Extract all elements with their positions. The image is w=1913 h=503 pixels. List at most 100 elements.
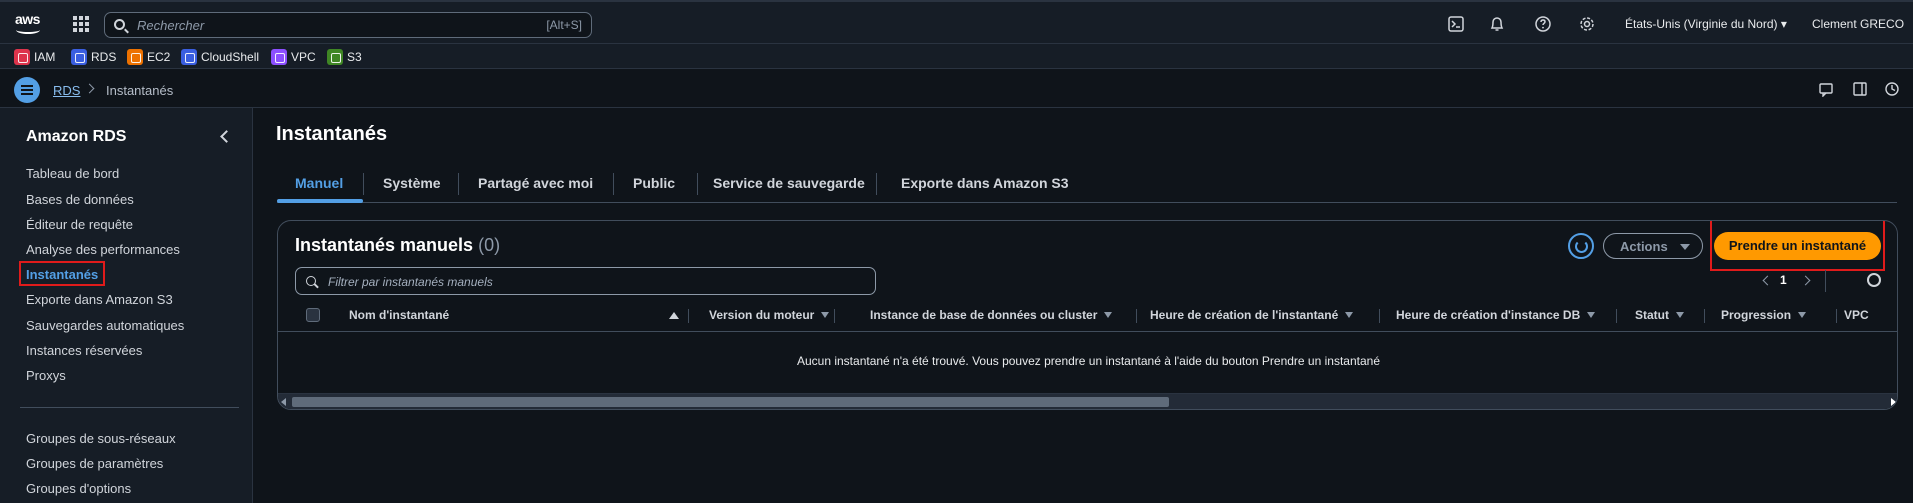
column-header-vpc[interactable]: VPC	[1844, 308, 1869, 322]
column-divider	[1136, 309, 1137, 323]
favorite-label: EC2	[147, 49, 171, 64]
tab-divider	[613, 173, 614, 195]
snapshot-filter[interactable]	[295, 267, 876, 295]
menu-icon[interactable]	[14, 77, 40, 103]
feedback-icon[interactable]	[1818, 81, 1834, 97]
panel-title: Instantanés manuels (0)	[295, 235, 500, 256]
gear-icon[interactable]	[1578, 15, 1596, 33]
vpc-icon	[271, 48, 287, 65]
ec2-icon	[127, 48, 143, 65]
rds-icon	[71, 48, 87, 65]
column-header-version-moteur[interactable]: Version du moteur	[709, 308, 830, 322]
sort-icon	[1798, 312, 1807, 318]
tab-divider	[876, 173, 877, 195]
sidebar-item-sauvegardes-automatiques[interactable]: Sauvegardes automatiques	[26, 318, 184, 333]
column-header-heure-creation-instantane[interactable]: Heure de création de l'instantané	[1150, 308, 1354, 322]
refresh-icon[interactable]	[1568, 233, 1594, 259]
sidebar-item-tableau-de-bord[interactable]: Tableau de bord	[26, 166, 119, 181]
sidebar-item-editeur-de-requete[interactable]: Éditeur de requête	[26, 217, 133, 232]
tab-exporte-s3[interactable]: Exporte dans Amazon S3	[901, 175, 1069, 191]
sidebar-item-groupes-options[interactable]: Groupes d'options	[26, 481, 131, 496]
snapshots-table-panel: Instantanés manuels (0) Actions Prendre …	[277, 220, 1898, 410]
sidebar-item-groupes-sous-reseaux[interactable]: Groupes de sous-réseaux	[26, 431, 176, 446]
aws-logo-smile	[16, 26, 40, 34]
sidebar-item-analyse-des-performances[interactable]: Analyse des performances	[26, 242, 180, 257]
help-icon[interactable]	[1534, 15, 1552, 33]
actions-label: Actions	[1620, 239, 1668, 254]
favorite-label: CloudShell	[201, 49, 260, 64]
table-preferences-gear-icon[interactable]	[1867, 273, 1881, 287]
column-label: Version du moteur	[709, 308, 815, 322]
cloudshell-icon[interactable]	[1447, 15, 1465, 33]
tab-manuel[interactable]: Manuel	[295, 175, 343, 191]
column-header-nom[interactable]: Nom d'instantané	[349, 308, 449, 322]
scroll-left-icon[interactable]	[281, 398, 286, 406]
favorite-label: S3	[347, 49, 362, 64]
column-header-heure-creation-instance[interactable]: Heure de création d'instance DB	[1396, 308, 1596, 322]
pager-divider	[1825, 270, 1826, 292]
sort-icon	[1104, 312, 1113, 318]
tab-divider	[363, 173, 364, 195]
column-label: Progression	[1721, 308, 1792, 322]
snapshot-count: (0)	[478, 235, 501, 255]
column-label: Instance de base de données ou cluster	[870, 308, 1098, 322]
tab-public[interactable]: Public	[633, 175, 675, 191]
top-navigation-bar: aws [Alt+S] États-Unis (Virginie du Nord…	[0, 0, 1913, 44]
select-all-checkbox[interactable]	[306, 308, 320, 322]
favorite-rds[interactable]: RDS	[71, 48, 116, 65]
cloudshell-service-icon	[181, 48, 197, 65]
clock-icon[interactable]	[1884, 81, 1900, 97]
column-header-instance[interactable]: Instance de base de données ou cluster	[870, 308, 1113, 322]
sidebar-item-groupes-parametres[interactable]: Groupes de paramètres	[26, 456, 163, 471]
filter-input[interactable]	[328, 273, 848, 291]
sidebar-divider	[20, 407, 239, 408]
column-label: VPC	[1844, 308, 1869, 322]
column-header-progression[interactable]: Progression	[1721, 308, 1807, 322]
panel-icon[interactable]	[1852, 81, 1868, 97]
aws-logo[interactable]: aws	[14, 11, 44, 37]
global-search[interactable]: [Alt+S]	[104, 12, 592, 38]
actions-dropdown[interactable]: Actions	[1603, 233, 1703, 259]
favorite-ec2[interactable]: EC2	[127, 48, 170, 65]
favorite-iam[interactable]: IAM	[14, 48, 55, 65]
sort-icon	[1676, 312, 1684, 318]
bell-icon[interactable]	[1488, 15, 1506, 33]
breadcrumb-rds-link[interactable]: RDS	[53, 83, 80, 98]
scroll-right-icon[interactable]	[1891, 398, 1896, 406]
close-sidebar-icon[interactable]	[220, 130, 233, 143]
tab-service-de-sauvegarde[interactable]: Service de sauvegarde	[713, 175, 865, 191]
sidebar-item-bases-de-donnees[interactable]: Bases de données	[26, 192, 134, 207]
sidebar-item-instances-reservees[interactable]: Instances réservées	[26, 343, 142, 358]
tab-divider	[697, 173, 698, 195]
favorite-label: RDS	[91, 49, 117, 64]
sort-ascending-icon[interactable]	[669, 312, 679, 319]
page-number[interactable]: 1	[1780, 273, 1787, 287]
scrollbar-thumb[interactable]	[292, 397, 1169, 407]
user-menu[interactable]: Clement GRECO	[1812, 17, 1904, 31]
tab-systeme[interactable]: Système	[383, 175, 441, 191]
previous-page-icon[interactable]	[1762, 275, 1773, 286]
favorite-label: VPC	[291, 49, 316, 64]
column-header-statut[interactable]: Statut	[1635, 308, 1684, 322]
sort-icon	[1345, 312, 1354, 318]
search-input[interactable]	[137, 16, 517, 34]
column-label: Nom d'instantané	[349, 308, 450, 322]
next-page-icon[interactable]	[1800, 275, 1811, 286]
sidebar-item-proxys[interactable]: Proxys	[26, 368, 66, 383]
column-divider	[1616, 309, 1617, 323]
take-snapshot-button[interactable]: Prendre un instantané	[1714, 232, 1881, 260]
column-divider	[688, 309, 689, 323]
sidebar-item-exporte-s3[interactable]: Exporte dans Amazon S3	[26, 292, 173, 307]
region-selector[interactable]: États-Unis (Virginie du Nord) ▾	[1625, 17, 1787, 31]
chevron-down-icon: ▾	[1780, 17, 1787, 31]
favorite-cloudshell[interactable]: CloudShell	[181, 48, 259, 65]
table-header: Nom d'instantané Version du moteur Insta…	[278, 299, 1897, 332]
active-tab-indicator	[277, 199, 363, 203]
horizontal-scrollbar[interactable]	[278, 393, 1897, 409]
tab-partage-avec-moi[interactable]: Partagé avec moi	[478, 175, 593, 191]
empty-state-message: Aucun instantané n'a été trouvé. Vous po…	[796, 354, 1380, 368]
sort-icon	[821, 312, 830, 318]
favorite-s3[interactable]: S3	[327, 48, 362, 65]
favorite-vpc[interactable]: VPC	[271, 48, 316, 65]
services-grid-icon[interactable]	[73, 16, 89, 32]
